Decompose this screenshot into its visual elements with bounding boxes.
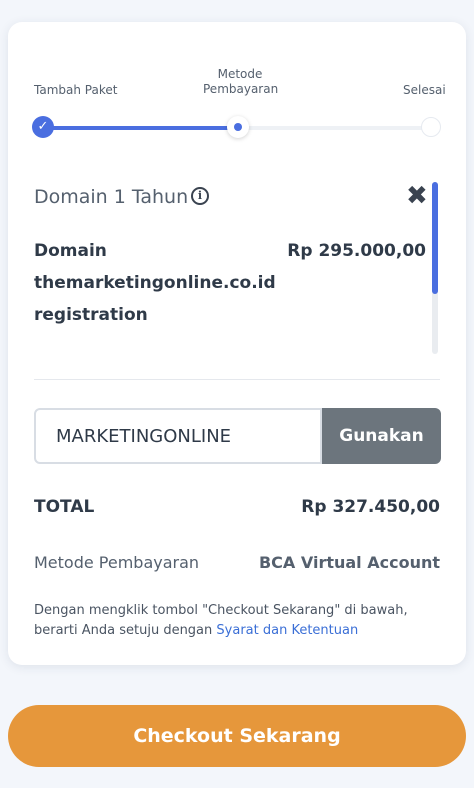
- step-label-tambah-paket: Tambah Paket: [34, 83, 118, 97]
- product-title: Domain 1 Tahun: [34, 186, 189, 208]
- coupon-input[interactable]: [34, 408, 322, 464]
- divider: [34, 379, 440, 380]
- payment-method-value: BCA Virtual Account: [258, 553, 440, 572]
- step-label-selesai: Selesai: [403, 83, 446, 97]
- step-label-metode-pembayaran: Metode Pembayaran: [203, 67, 279, 96]
- payment-method-label: Metode Pembayaran: [34, 553, 200, 572]
- product-scrollbar-thumb[interactable]: [432, 182, 438, 294]
- item-price: Rp 295.000,00: [287, 241, 426, 261]
- remove-item-close-icon[interactable]: ✖: [406, 182, 428, 210]
- step-current-dot: [227, 116, 249, 138]
- total-value: Rp 327.450,00: [301, 497, 440, 517]
- step-pending-dot: [421, 117, 441, 137]
- stepper-progress: [44, 126, 238, 130]
- item-name-line3: registration: [34, 305, 148, 325]
- item-name-line2: themarketingonline.co.id: [34, 273, 276, 293]
- step-done-check-icon: ✓: [32, 116, 54, 138]
- total-label: TOTAL: [34, 497, 95, 517]
- terms-text: Dengan mengklik tombol "Checkout Sekaran…: [34, 601, 444, 641]
- terms-link[interactable]: Syarat dan Ketentuan: [216, 623, 358, 638]
- item-name-line1: Domain: [34, 241, 107, 261]
- checkout-card: Tambah Paket Metode Pembayaran Selesai ✓…: [8, 22, 466, 665]
- apply-coupon-button[interactable]: Gunakan: [322, 408, 441, 464]
- checkout-button[interactable]: Checkout Sekarang: [8, 705, 466, 767]
- info-icon[interactable]: i: [191, 187, 209, 205]
